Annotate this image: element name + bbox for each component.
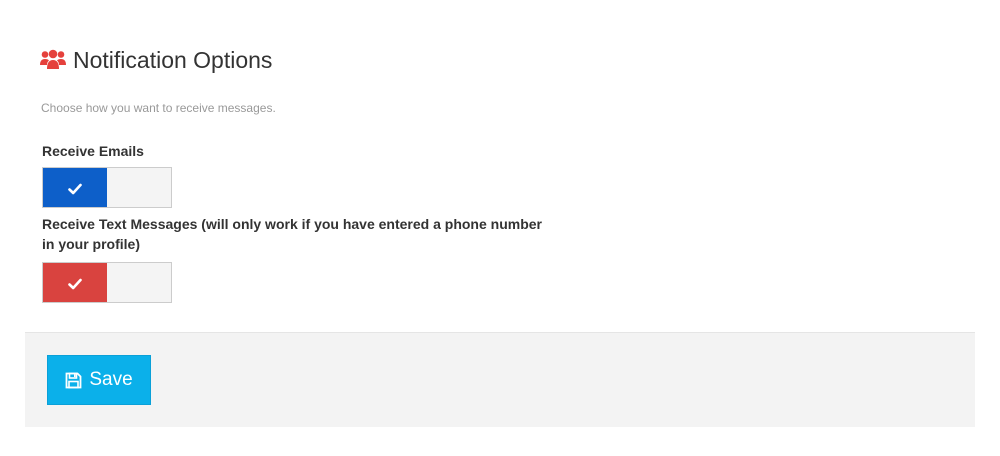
panel-header: Notification Options <box>40 44 272 76</box>
floppy-disk-icon <box>65 372 82 389</box>
notification-options-panel: Notification Options Choose how you want… <box>25 0 975 427</box>
receive-emails-label: Receive Emails <box>42 143 144 159</box>
form-footer: Save <box>25 332 975 427</box>
receive-text-messages-label: Receive Text Messages (will only work if… <box>42 216 543 252</box>
toggle-off-segment <box>107 263 171 302</box>
receive-text-messages-toggle[interactable] <box>42 262 172 303</box>
save-button[interactable]: Save <box>47 355 151 405</box>
page: Notification Options Choose how you want… <box>0 0 1000 456</box>
page-subtitle: Choose how you want to receive messages. <box>41 101 276 115</box>
toggle-on-segment <box>43 168 107 207</box>
toggle-off-segment <box>107 168 171 207</box>
page-title: Notification Options <box>73 46 273 73</box>
toggle-on-segment <box>43 263 107 302</box>
receive-emails-toggle[interactable] <box>42 167 172 208</box>
check-icon <box>68 182 82 194</box>
check-icon <box>68 277 82 289</box>
save-button-label: Save <box>89 369 133 390</box>
users-icon <box>40 49 66 71</box>
